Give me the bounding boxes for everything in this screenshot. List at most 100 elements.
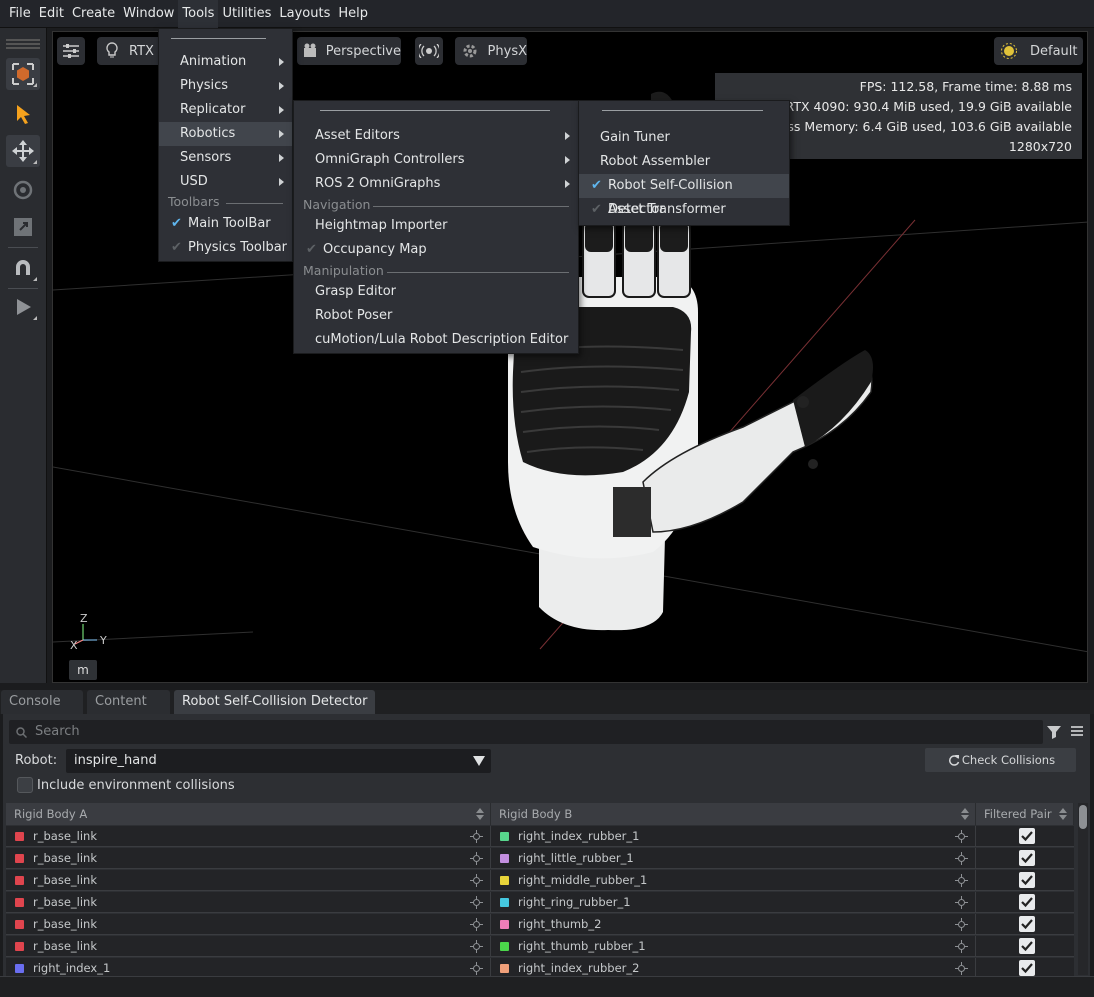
lighting-button[interactable]: Default (994, 37, 1083, 65)
menu-item-sensors[interactable]: Sensors (159, 146, 292, 170)
filtered-pair-checkbox[interactable] (1019, 872, 1035, 888)
robotics-submenu: Asset Editors OmniGraph Controllers ROS … (293, 100, 579, 354)
filtered-pair-checkbox[interactable] (1019, 960, 1035, 976)
filtered-pair-checkbox[interactable] (1019, 916, 1035, 932)
select-mode-button[interactable] (6, 58, 40, 90)
move-target-icon[interactable] (470, 874, 483, 887)
scale-tool-button[interactable] (6, 211, 40, 243)
tab-robot-self-collision-detector[interactable]: Robot Self-Collision Detector (174, 690, 375, 714)
menu-item-physics-toolbar[interactable]: ✔ Physics Toolbar (159, 236, 292, 260)
tab-console[interactable]: Console (1, 690, 83, 714)
scrollbar-thumb[interactable] (1079, 805, 1087, 829)
move-target-icon[interactable] (955, 940, 968, 953)
menu-tearoff[interactable] (320, 110, 550, 111)
play-button[interactable] (6, 291, 40, 323)
menu-tools[interactable]: Tools (178, 0, 219, 28)
menu-item-robot-poser[interactable]: Robot Poser (294, 304, 578, 328)
menu-file[interactable]: File (5, 0, 35, 28)
tools-menu: Animation Physics Replicator Robotics Se… (158, 28, 293, 262)
move-target-icon[interactable] (955, 874, 968, 887)
tab-content[interactable]: Content (87, 690, 170, 714)
table-scrollbar[interactable] (1078, 803, 1088, 975)
submenu-arrow-icon (279, 178, 284, 186)
menu-item-replicator[interactable]: Replicator (159, 98, 292, 122)
filtered-pair-checkbox[interactable] (1019, 894, 1035, 910)
column-header-rigid-body-a[interactable]: Rigid Body A (6, 803, 491, 825)
move-target-icon[interactable] (955, 830, 968, 843)
dropdown-arrow-icon[interactable] (473, 756, 485, 766)
menu-item-robot-assembler[interactable]: Robot Assembler (579, 150, 789, 174)
move-tool-button[interactable] (6, 135, 40, 167)
camera-button[interactable]: Perspective (297, 37, 401, 65)
table-row[interactable]: right_index_1 right_index_rubber_2 (6, 958, 1074, 976)
menu-item-animation[interactable]: Animation (159, 50, 292, 74)
table-row[interactable]: r_base_link right_index_rubber_1 (6, 826, 1074, 847)
table-row[interactable]: r_base_link right_middle_rubber_1 (6, 870, 1074, 891)
move-target-icon[interactable] (955, 918, 968, 931)
move-target-icon[interactable] (955, 852, 968, 865)
rotate-tool-button[interactable] (6, 174, 40, 206)
include-environment-checkbox[interactable] (17, 777, 33, 793)
menu-edit[interactable]: Edit (35, 0, 68, 28)
checkmark-icon (1021, 875, 1033, 886)
menu-item-cumotion-editor[interactable]: cuMotion/Lula Robot Description Editor (294, 328, 578, 352)
move-target-icon[interactable] (470, 896, 483, 909)
snap-button[interactable] (6, 252, 40, 284)
menu-item-robot-self-collision-detector[interactable]: ✔ Robot Self-Collision Detector (579, 174, 789, 217)
menu-item-asset-transformer[interactable]: ✔ Asset Transformer (579, 198, 789, 222)
lighting-label: Default (1030, 43, 1078, 59)
menu-help[interactable]: Help (334, 0, 372, 28)
rigid-body-b-cell: right_thumb_rubber_1 (491, 936, 976, 957)
broadcast-button[interactable] (415, 37, 443, 65)
table-row[interactable]: r_base_link right_ring_rubber_1 (6, 892, 1074, 913)
toolbar-grip[interactable] (6, 39, 40, 49)
table-row[interactable]: r_base_link right_thumb_2 (6, 914, 1074, 935)
menu-layouts[interactable]: Layouts (275, 0, 334, 28)
menu-item-usd[interactable]: USD (159, 170, 292, 194)
move-target-icon[interactable] (955, 962, 968, 975)
menu-tearoff[interactable] (171, 38, 266, 39)
rotate-icon (13, 180, 33, 200)
filtered-pair-checkbox[interactable] (1019, 850, 1035, 866)
column-header-rigid-body-b[interactable]: Rigid Body B (491, 803, 976, 825)
status-bar (0, 976, 1094, 997)
move-target-icon[interactable] (470, 962, 483, 975)
menu-item-physics[interactable]: Physics (159, 74, 292, 98)
move-target-icon[interactable] (470, 940, 483, 953)
move-target-icon[interactable] (470, 918, 483, 931)
render-mode-button[interactable]: RTX - (97, 37, 167, 65)
rigid-body-a-cell: r_base_link (6, 848, 491, 869)
table-row[interactable]: r_base_link right_thumb_rubber_1 (6, 936, 1074, 957)
table-row[interactable]: r_base_link right_little_rubber_1 (6, 848, 1074, 869)
column-header-filtered-pair[interactable]: Filtered Pair (976, 803, 1074, 825)
menu-item-ros2-omnigraphs[interactable]: ROS 2 OmniGraphs (294, 172, 578, 196)
filtered-pair-checkbox[interactable] (1019, 828, 1035, 844)
rigid-body-b-cell: right_index_rubber_2 (491, 958, 976, 976)
search-input[interactable]: Search (9, 720, 1043, 744)
menu-icon[interactable] (1070, 724, 1084, 738)
units-button[interactable]: m (69, 660, 97, 680)
menu-item-label: Heightmap Importer (315, 218, 448, 233)
pointer-tool-button[interactable] (6, 98, 40, 130)
move-target-icon[interactable] (470, 830, 483, 843)
menu-item-asset-editors[interactable]: Asset Editors (294, 124, 578, 148)
menu-item-occupancy-map[interactable]: ✔ Occupancy Map (294, 238, 578, 262)
menu-item-robotics[interactable]: Robotics (159, 122, 292, 146)
move-target-icon[interactable] (470, 852, 483, 865)
menu-item-main-toolbar[interactable]: ✔ Main ToolBar (159, 212, 292, 236)
menu-item-grasp-editor[interactable]: Grasp Editor (294, 280, 578, 304)
menu-item-omnigraph-controllers[interactable]: OmniGraph Controllers (294, 148, 578, 172)
viewport-settings-button[interactable] (57, 37, 85, 65)
menu-tearoff[interactable] (602, 110, 763, 111)
menu-item-heightmap-importer[interactable]: Heightmap Importer (294, 214, 578, 238)
menu-window[interactable]: Window (119, 0, 178, 28)
menu-item-gain-tuner[interactable]: Gain Tuner (579, 126, 789, 150)
filtered-pair-checkbox[interactable] (1019, 938, 1035, 954)
menu-utilities[interactable]: Utilities (218, 0, 275, 28)
menu-create[interactable]: Create (68, 0, 119, 28)
physics-button[interactable]: PhysX (455, 37, 527, 65)
filter-icon[interactable] (1046, 724, 1062, 740)
checkmark-icon (1021, 853, 1033, 864)
robot-select[interactable]: inspire_hand (66, 749, 491, 773)
move-target-icon[interactable] (955, 896, 968, 909)
